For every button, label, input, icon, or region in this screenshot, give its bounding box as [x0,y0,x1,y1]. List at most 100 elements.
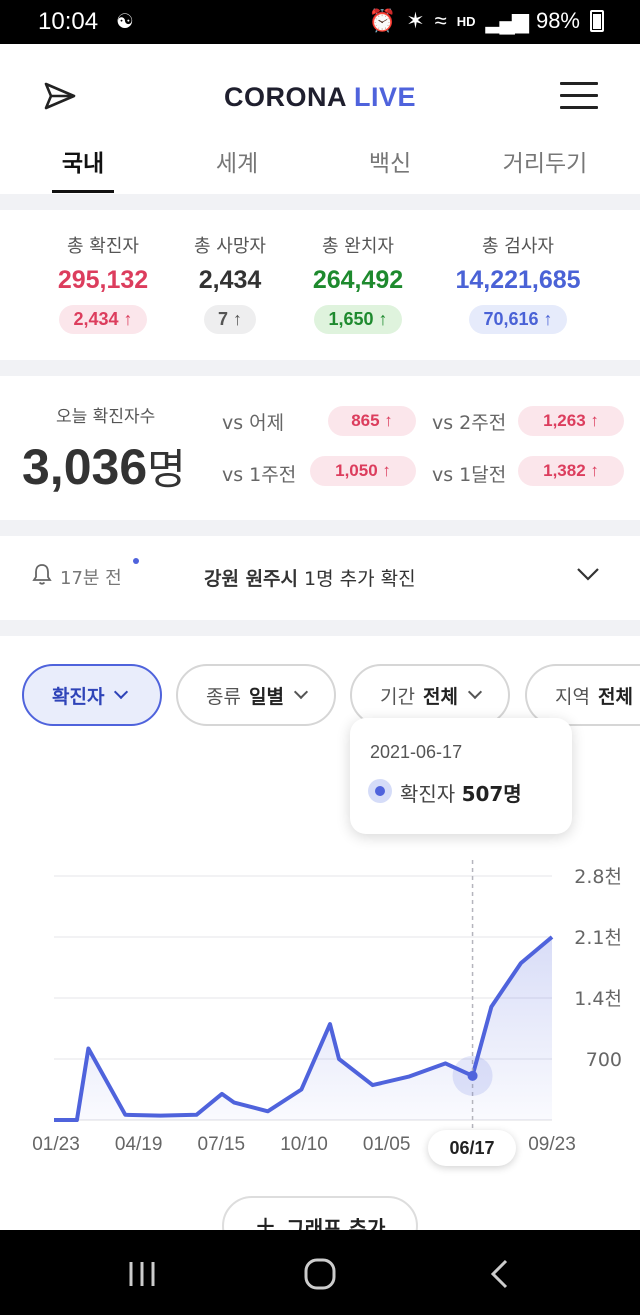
filter-region-label: 지역 [555,685,590,708]
today-card: 오늘 확진자수 3,036명 vs 어제 865 ↑ vs 2주전 1,263 … [0,376,640,520]
main-tabs: 국내 세계 백신 거리두기 [0,144,640,194]
vs-1month-value: 1,382 ↑ [518,456,624,486]
logo-corona: CORONA [223,82,346,112]
wifi-icon: ≈ [434,8,447,33]
chevron-down-icon[interactable] [576,562,600,586]
tooltip-series-name: 확진자 [400,782,456,806]
tab-domestic[interactable]: 국내 [18,144,148,193]
battery-text: 98% [535,8,580,33]
hamburger-icon-line [560,94,598,97]
app-logo: CORONA LIVE [0,82,640,113]
today-count-value: 3,036 [22,439,148,495]
status-right: ⏰ ✶ ≈ HD ▂▄▆ 98% [369,8,604,34]
vs-1month-label: vs 1달전 [432,464,507,486]
alert-location: 강원 원주시 [204,568,299,590]
total-deaths: 총 사망자 2,434 7 ↑ [180,232,280,334]
total-confirmed-delta: 2,434 ↑ [59,305,147,334]
total-confirmed-value: 295,132 [57,266,149,294]
total-tested-delta: 70,616 ↑ [469,305,567,334]
total-recovered-delta: 1,650 ↑ [314,305,402,334]
y-tick-label: 2.8천 [574,866,622,888]
new-dot-icon [133,558,139,564]
tab-world[interactable]: 세계 [172,144,302,178]
total-tested: 총 검사자 14,221,685 70,616 ↑ [440,232,596,334]
filter-type-label: 종류 [206,685,241,708]
recent-apps-button[interactable] [122,1258,162,1290]
filter-region[interactable]: 지역 전체 [525,664,640,726]
back-button[interactable] [480,1258,520,1290]
filter-period-value: 전체 [422,685,458,708]
chart-card: 확진자 종류 일별 기간 전체 지역 전체 700 1.4천 2.1천 2.8천 01/23 0… [0,636,640,1256]
series-marker-icon [368,779,392,803]
home-button[interactable] [300,1258,340,1290]
tab-distancing[interactable]: 거리두기 [480,144,610,178]
cases-chart[interactable]: 700 1.4천 2.1천 2.8천 01/23 04/19 07/15 10/10 01/05… [0,856,640,1186]
total-deaths-label: 총 사망자 [194,236,266,257]
latest-alert[interactable]: 17분 전 강원 원주시 1명 추가 확진 [0,536,640,620]
battery-icon [590,10,604,32]
y-tick-label: 2.1천 [574,927,622,949]
filter-type[interactable]: 종류 일별 [176,664,336,726]
logo-live: LIVE [345,82,416,112]
chevron-down-icon [293,684,309,700]
x-tick-label: 10/10 [280,1134,328,1155]
filter-type-value: 일별 [248,685,284,708]
chart-tooltip: 2021-06-17 확진자 507명 [350,718,572,834]
total-recovered: 총 완치자 264,492 1,650 ↑ [300,232,416,334]
bluetooth-icon: ✶ [406,8,425,33]
y-tick-label: 700 [586,1049,622,1071]
totals-card: 총 확진자 295,132 2,434 ↑ 총 사망자 2,434 7 ↑ 총 … [0,210,640,360]
today-label: 오늘 확진자수 [56,407,156,427]
tooltip-series: 확진자 507명 [400,778,522,807]
hd-voice-icon: HD [456,13,476,29]
chevron-down-icon [114,684,129,700]
signal-icon: ▂▄▆ [485,8,529,33]
vs-1week-value: 1,050 ↑ [310,456,416,486]
y-tick-label: 1.4천 [574,988,622,1010]
x-tick-label: 01/23 [32,1134,80,1155]
total-deaths-value: 2,434 [198,266,262,294]
tooltip-date: 2021-06-17 [370,742,463,762]
vs-yesterday-value: 865 ↑ [328,406,416,436]
chevron-down-icon [467,684,483,700]
alert-time: 17분 전 [60,568,122,589]
vs-2weeks-value: 1,263 ↑ [518,406,624,436]
vs-yesterday-label: vs 어제 [222,412,285,434]
status-bar: 10:04 ☯ ⏰ ✶ ≈ HD ▂▄▆ 98% [0,0,640,44]
status-time: 10:04 [38,8,99,35]
total-confirmed-label: 총 확진자 [67,236,139,257]
filter-region-value: 전체 [597,685,633,708]
selected-date-badge: 06/17 [428,1130,516,1166]
bell-icon [32,564,52,585]
filter-period[interactable]: 기간 전체 [350,664,510,726]
filter-period-label: 기간 [380,685,415,708]
tooltip-value: 507명 [461,782,522,806]
hamburger-icon-line [560,82,598,85]
highlight-point [467,1070,478,1081]
total-recovered-value: 264,492 [312,266,404,294]
x-tick-label: 09/23 [528,1134,576,1155]
notification-icon: ☯ [116,9,134,33]
vs-2weeks-label: vs 2주전 [432,412,507,434]
app-header: CORONA LIVE 국내 세계 백신 거리두기 [0,44,640,194]
today-count: 3,036명 [22,436,186,497]
tab-vaccine[interactable]: 백신 [325,144,455,178]
total-tested-label: 총 검사자 [482,236,554,257]
total-recovered-label: 총 완치자 [322,236,394,257]
total-deaths-delta: 7 ↑ [203,305,256,334]
hamburger-icon-line [560,106,598,109]
alert-message: 강원 원주시 1명 추가 확진 [204,564,416,591]
alarm-icon: ⏰ [368,8,397,33]
x-tick-label: 04/19 [115,1134,163,1155]
alert-text: 1명 추가 확진 [298,568,416,590]
today-count-unit: 명 [147,445,186,494]
x-tick-label: 07/15 [198,1134,246,1155]
total-confirmed: 총 확진자 295,132 2,434 ↑ [46,232,160,334]
total-tested-value: 14,221,685 [455,266,581,294]
system-nav-bar [0,1230,640,1315]
filter-metric[interactable]: 확진자 [22,664,162,726]
x-tick-label: 01/05 [363,1134,411,1155]
vs-1week-label: vs 1주전 [222,464,297,486]
filter-metric-label: 확진자 [52,685,105,708]
menu-button[interactable] [560,82,598,110]
